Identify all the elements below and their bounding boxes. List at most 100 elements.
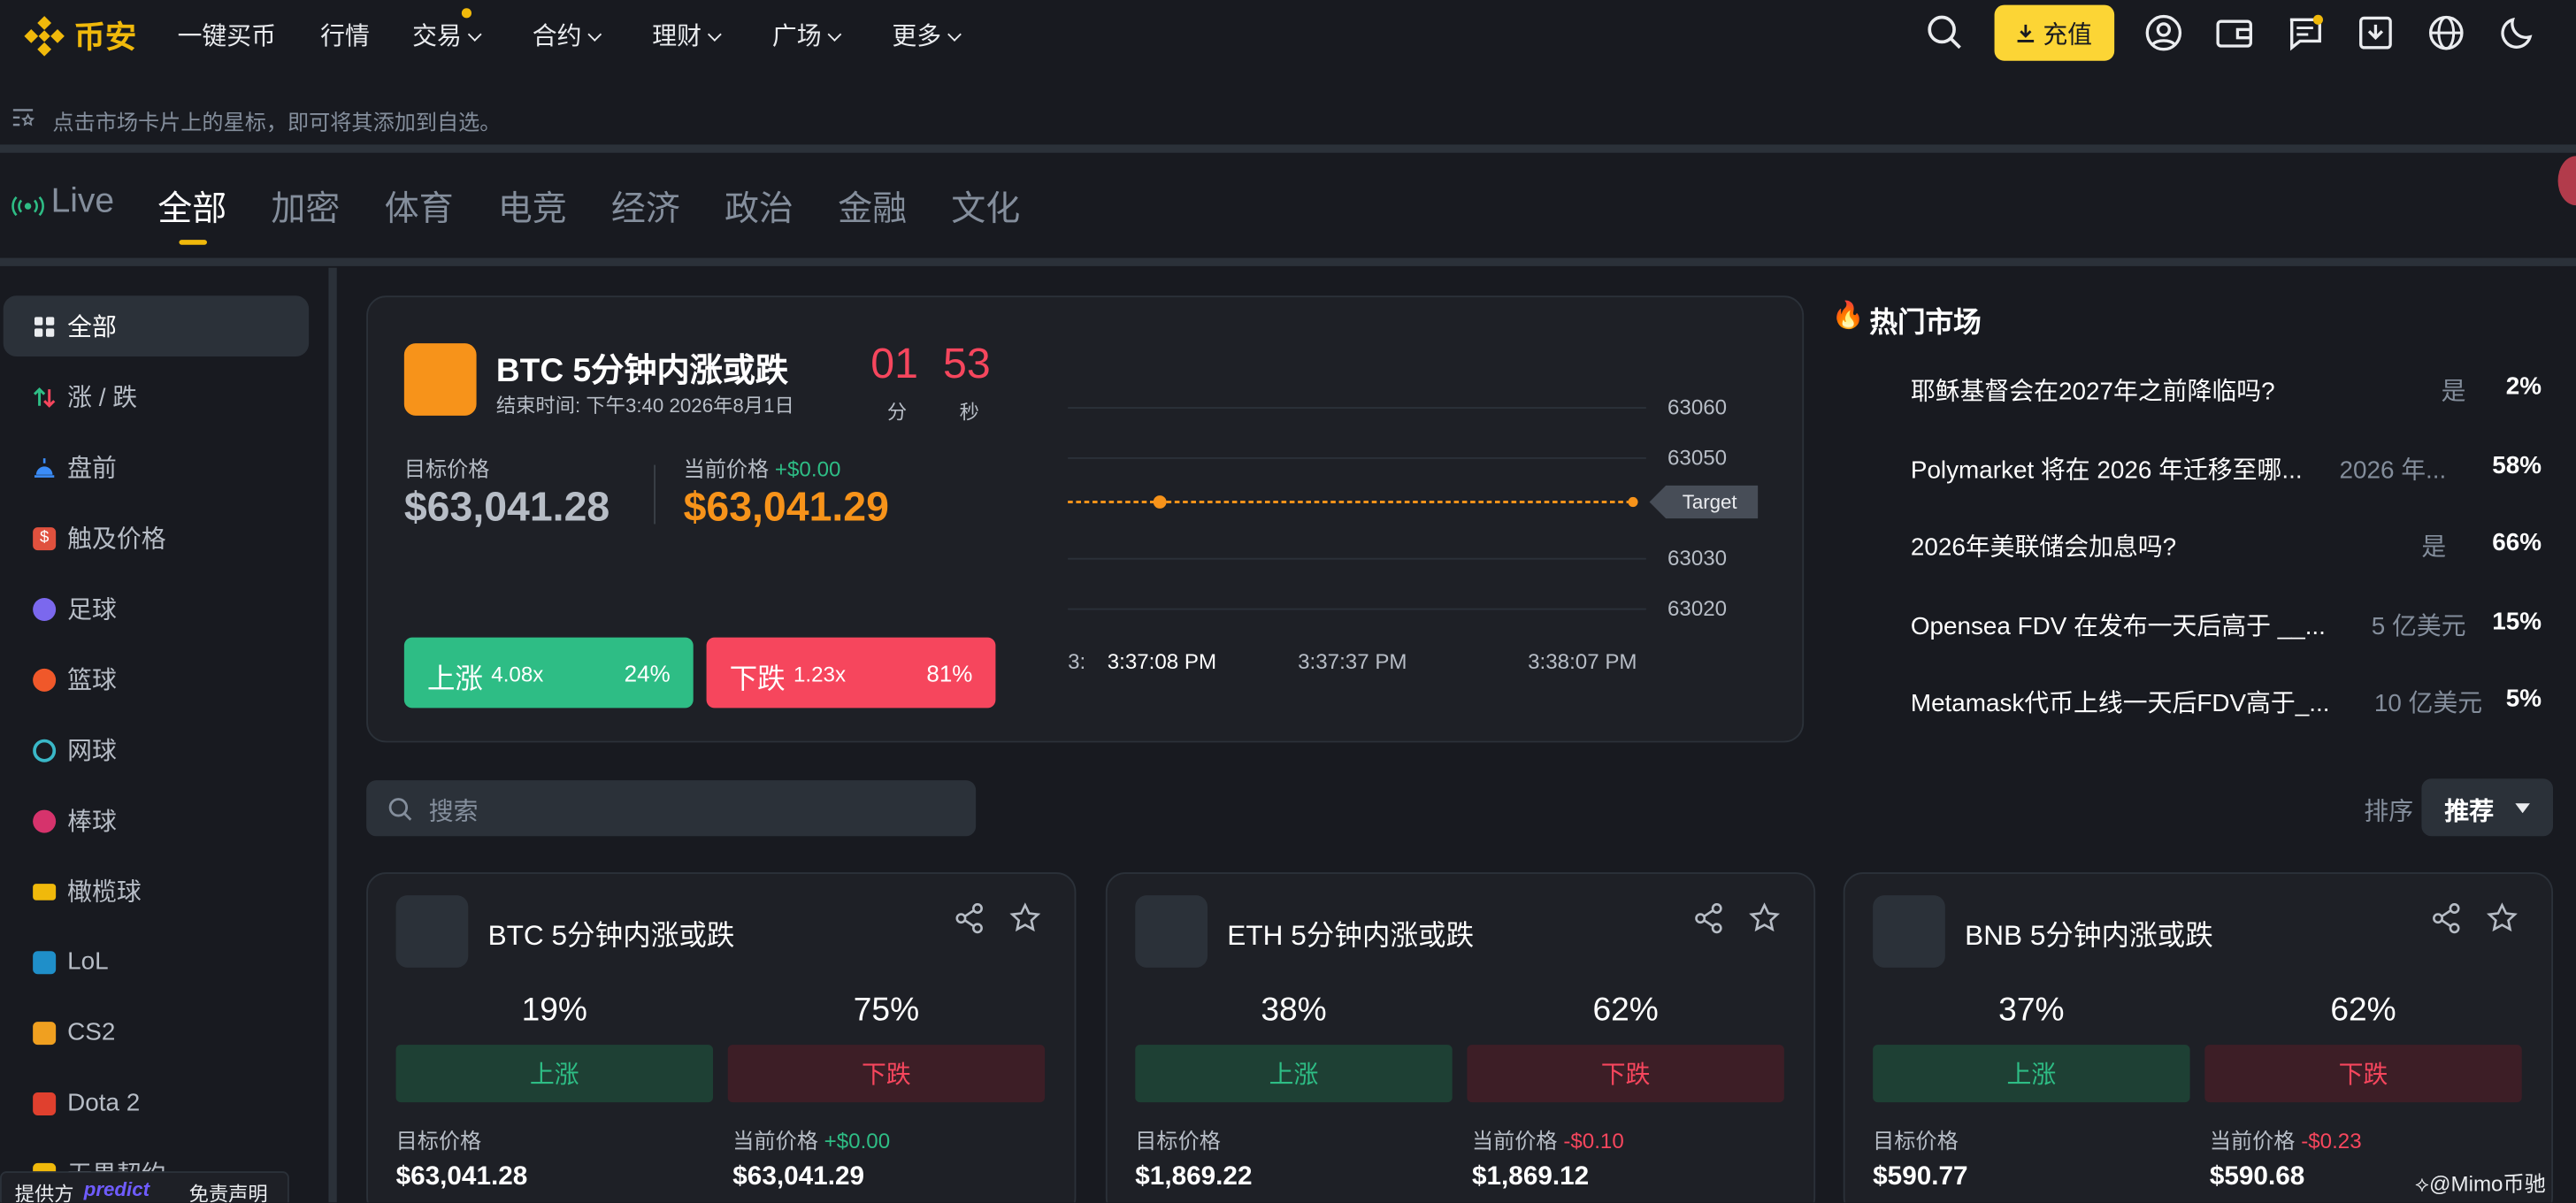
- current-price-label-text: 当前价格: [2209, 1128, 2296, 1153]
- sort-dropdown[interactable]: 推荐: [2421, 778, 2554, 837]
- up-probability: 24%: [624, 660, 671, 687]
- market-card[interactable]: ETH 5分钟内涨或跌 38% 62% 上涨 下跌 目标价格 当前价格 -$0.…: [1105, 872, 1816, 1203]
- tab-crypto[interactable]: 加密: [271, 182, 340, 232]
- provider-name[interactable]: predict: [84, 1178, 150, 1201]
- hot-market-question: Opensea FDV 在发布一天后高于 __...: [1910, 612, 2326, 641]
- share-icon[interactable]: [953, 902, 985, 935]
- star-icon[interactable]: [1748, 902, 1781, 935]
- sidebar-item-label: 网球: [67, 737, 117, 766]
- share-icon[interactable]: [1692, 902, 1725, 935]
- sidebar-item-baseball[interactable]: 棒球: [4, 790, 309, 851]
- sidebar-item-label: 全部: [67, 313, 117, 342]
- tab-finance[interactable]: 金融: [838, 182, 907, 232]
- up-down-arrows-icon: [33, 387, 56, 407]
- sidebar-item-label: 篮球: [67, 667, 117, 695]
- nav-markets[interactable]: 行情: [320, 18, 370, 52]
- brand-logo[interactable]: 币安: [23, 13, 136, 57]
- sidebar-item-lol[interactable]: LoL: [4, 931, 309, 992]
- share-icon[interactable]: [2430, 902, 2463, 935]
- wallet-icon[interactable]: [2214, 13, 2254, 53]
- down-button[interactable]: 下跌: [2204, 1045, 2522, 1103]
- chevron-down-icon: [947, 27, 962, 42]
- new-badge-icon: [33, 883, 57, 900]
- sidebar-item-all[interactable]: 全部: [3, 295, 310, 357]
- data-point: [1153, 495, 1167, 509]
- tab-culture[interactable]: 文化: [951, 182, 1020, 232]
- fire-icon: 🔥: [1831, 302, 1865, 331]
- tab-economy[interactable]: 经济: [611, 182, 680, 232]
- up-button[interactable]: 上涨: [395, 1045, 714, 1103]
- floating-badge-icon[interactable]: [2557, 156, 2576, 206]
- message-icon[interactable]: [2285, 13, 2325, 53]
- current-price-label: 当前价格 +$0.00: [684, 452, 841, 483]
- x-tick-label: 3:: [1068, 650, 1085, 674]
- hot-markets: 🔥 热门市场 耶稣基督会在2027年之前降临吗? 是 2% Polymarket…: [1832, 293, 2555, 736]
- nav-buy-crypto[interactable]: 一键买币: [178, 18, 276, 52]
- sidebar-item-cs2[interactable]: CS2: [4, 1002, 309, 1063]
- star-icon[interactable]: [1008, 902, 1041, 935]
- nav-futures[interactable]: 合约: [532, 18, 602, 52]
- deposit-button[interactable]: 充值: [1994, 4, 2115, 61]
- watchlist-hint: 点击市场卡片上的星标，即可将其添加到自选。: [0, 92, 2576, 142]
- seconds-label: 秒: [959, 401, 979, 425]
- sidebar-item-football[interactable]: 足球: [4, 579, 309, 640]
- y-tick-label: 63020: [1668, 597, 1727, 621]
- current-price: $590.68: [2209, 1162, 2305, 1192]
- nav-earn[interactable]: 理财: [652, 18, 722, 52]
- globe-icon[interactable]: [2426, 13, 2466, 53]
- baseball-icon: [33, 808, 57, 832]
- current-price-label: 当前价格 +$0.00: [732, 1123, 890, 1154]
- dota2-icon: [33, 1092, 57, 1115]
- nav-square[interactable]: 广场: [772, 18, 842, 52]
- tab-esports[interactable]: 电竞: [498, 182, 567, 232]
- hot-market-row[interactable]: Opensea FDV 在发布一天后高于 __... 5 亿美元 15%: [1911, 608, 2551, 657]
- tab-politics[interactable]: 政治: [724, 182, 794, 232]
- down-probability: 62%: [1592, 992, 1659, 1029]
- disclaimer-link[interactable]: 免责声明: [189, 1179, 268, 1202]
- search-input[interactable]: 搜索: [366, 780, 977, 837]
- hot-market-row[interactable]: 耶稣基督会在2027年之前降临吗? 是 2%: [1911, 373, 2551, 423]
- search-icon[interactable]: [1926, 13, 1966, 53]
- sidebar-item-touch-price[interactable]: $ 触及价格: [4, 508, 309, 569]
- hot-market-probability: 15%: [2492, 608, 2542, 636]
- sidebar-item-premarket[interactable]: 盘前: [4, 437, 309, 498]
- user-icon[interactable]: [2144, 13, 2184, 53]
- moon-icon[interactable]: [2497, 13, 2537, 53]
- sidebar-item-tennis[interactable]: 网球: [4, 719, 309, 780]
- tab-sports[interactable]: 体育: [385, 182, 454, 232]
- tab-live[interactable]: Live: [51, 182, 115, 222]
- nav-more[interactable]: 更多: [892, 18, 962, 52]
- hot-market-question: 耶稣基督会在2027年之前降临吗?: [1910, 378, 2275, 406]
- target-label: Target: [1683, 491, 1738, 513]
- sidebar: 全部 涨 / 跌 盘前 $ 触及价格 足球 篮球 网球 棒球 橄榄球 LoL C…: [0, 268, 328, 1203]
- up-button[interactable]: 上涨: [1873, 1045, 2190, 1103]
- binance-logo-icon: [24, 15, 65, 56]
- hot-market-row[interactable]: Polymarket 将在 2026 年迁移至哪... 2026 年... 58…: [1911, 452, 2551, 502]
- sidebar-item-up-down[interactable]: 涨 / 跌: [4, 366, 309, 427]
- sort-label: 排序: [2364, 798, 2414, 827]
- down-button[interactable]: 下跌: [1467, 1045, 1784, 1103]
- featured-market-card: BTC 5分钟内涨或跌 结束时间: 下午3:40 2026年8月1日 01 53…: [366, 295, 1805, 743]
- nav-futures-label: 合约: [532, 23, 582, 51]
- price-line-chart: 63060 63050 63030 63020 3: 3:37:08 PM 3:37:37…: [1068, 395, 1759, 674]
- hot-market-row[interactable]: 2026年美联储会加息吗? 是 66%: [1911, 529, 2551, 579]
- buy-down-button[interactable]: 下跌 1.23x 81%: [706, 637, 996, 709]
- app-root: 币安 一键买币 行情 交易 合约 理财 广场 更多 充值 点击市场卡片上的星标，…: [0, 0, 2576, 1203]
- up-button[interactable]: 上涨: [1135, 1045, 1453, 1103]
- down-button[interactable]: 下跌: [727, 1045, 1046, 1103]
- buy-up-button[interactable]: 上涨 4.08x 24%: [403, 637, 694, 709]
- nav-trade[interactable]: 交易: [412, 18, 482, 52]
- price-change: -$0.23: [2301, 1128, 2362, 1153]
- hot-market-row[interactable]: Metamask代币上线一天后FDV高于_... 10 亿美元 5%: [1911, 685, 2551, 734]
- download-icon: [2018, 24, 2036, 42]
- sidebar-divider: [328, 267, 337, 1203]
- market-card[interactable]: BTC 5分钟内涨或跌 19% 75% 上涨 下跌 目标价格 当前价格 +$0.…: [366, 872, 1077, 1203]
- download-app-icon[interactable]: [2356, 13, 2396, 53]
- sidebar-item-dota2[interactable]: Dota 2: [4, 1073, 309, 1134]
- sidebar-item-rugby[interactable]: 橄榄球: [4, 861, 309, 922]
- sidebar-item-basketball[interactable]: 篮球: [4, 649, 309, 710]
- x-tick-label: 3:37:08 PM: [1108, 650, 1216, 674]
- star-icon[interactable]: [2486, 902, 2518, 935]
- market-card[interactable]: BNB 5分钟内涨或跌 37% 62% 上涨 下跌 目标价格 当前价格 -$0.…: [1843, 872, 2554, 1203]
- tab-all[interactable]: 全部: [157, 182, 226, 232]
